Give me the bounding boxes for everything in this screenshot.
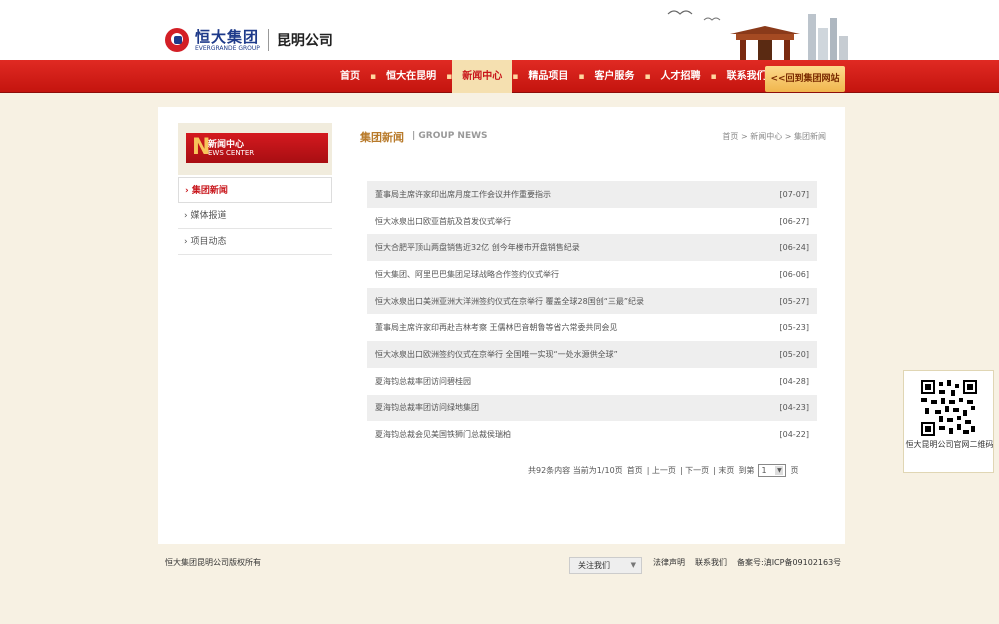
news-title[interactable]: 恒大冰泉出口欧洲签约仪式在京举行 全国唯一实现“一处水源供全球” xyxy=(375,349,618,360)
nav-item-customer-service[interactable]: 客户服务 xyxy=(584,60,644,93)
news-title[interactable]: 董事局主席许家印出席月度工作会议并作重要指示 xyxy=(375,189,551,200)
sidebar-item-media-reports[interactable]: › 媒体报道 xyxy=(178,203,332,229)
news-list: 董事局主席许家印出席月度工作会议并作重要指示 [07-07] 恒大冰泉出口欧亚首航及… xyxy=(367,181,817,448)
qr-code-panel: 恒大昆明公司官网二维码 xyxy=(903,370,994,473)
main-nav: 首页 ▪ 恒大在昆明 ▪ 新闻中心 ▪ 精品项目 ▪ 客户服务 ▪ 人才招聘 ▪… xyxy=(0,60,999,93)
footer-links: 法律声明 联系我们 备案号:滇ICP备09102163号 xyxy=(653,557,841,568)
chevron-down-icon: ▼ xyxy=(775,466,784,475)
footer-link-contact[interactable]: 联系我们 xyxy=(695,557,727,568)
pagination-summary: 共92条内容 当前为1/10页 xyxy=(528,466,623,475)
sidebar-item-project-updates[interactable]: › 项目动态 xyxy=(178,229,332,255)
news-title[interactable]: 恒大合肥平顶山两盘销售近32亿 创今年楼市开盘销售纪录 xyxy=(375,242,580,253)
pagination-first[interactable]: 首页 xyxy=(627,465,643,476)
news-title[interactable]: 夏海钧总裁率团访问绿地集团 xyxy=(375,402,479,413)
news-row[interactable]: 恒大合肥平顶山两盘销售近32亿 创今年楼市开盘销售纪录 [06-24] xyxy=(367,234,817,262)
logo-cn: 恒大集团 xyxy=(195,27,260,46)
news-date: [06-06] xyxy=(779,269,810,279)
news-date: [05-27] xyxy=(779,296,810,306)
pagination-page-unit: 页 xyxy=(790,466,799,475)
news-row[interactable]: 恒大冰泉出口欧洲签约仪式在京举行 全国唯一实现“一处水源供全球” [05-20] xyxy=(367,341,817,368)
news-date: [05-23] xyxy=(779,323,810,333)
nav-item-projects[interactable]: 精品项目 xyxy=(518,60,578,93)
qr-code-icon xyxy=(921,380,977,436)
qr-caption: 恒大昆明公司官网二维码 xyxy=(905,440,994,449)
news-row[interactable]: 董事局主席许家印出席月度工作会议并作重要指示 [07-07] xyxy=(367,181,817,208)
pagination-prev[interactable]: | 上一页 xyxy=(647,465,676,476)
page-title-en: | GROUP NEWS xyxy=(412,131,488,141)
company-name: 昆明公司 xyxy=(276,33,333,49)
pagination: 共92条内容 当前为1/10页 首页 | 上一页 | 下一页 | 末页 到第 1… xyxy=(528,464,798,477)
logo[interactable]: 恒大集团 EVERGRANDE GROUP 昆明公司 xyxy=(165,26,333,54)
page-title: 集团新闻 xyxy=(360,131,404,144)
page-select[interactable]: 1 ▼ xyxy=(758,464,787,477)
news-date: [06-24] xyxy=(779,243,810,253)
news-date: [04-23] xyxy=(779,403,810,413)
content-panel: N 新闻中心 EWS CENTER › 集团新闻 › 媒体报道 › 项目动态 集… xyxy=(158,107,845,544)
header-decoration-icon xyxy=(667,10,848,60)
footer-icp: 备案号:滇ICP备09102163号 xyxy=(737,558,842,567)
news-date: [06-27] xyxy=(779,216,810,226)
sidebar-header: N 新闻中心 EWS CENTER xyxy=(178,123,332,175)
news-title[interactable]: 董事局主席许家印再赴吉林考察 王儒林巴音朝鲁等省六常委共同会见 xyxy=(375,322,618,333)
logo-en: EVERGRANDE GROUP xyxy=(195,44,260,52)
news-date: [04-22] xyxy=(779,430,810,440)
nav-item-home[interactable]: 首页 xyxy=(330,60,370,93)
pagination-goto-label: 到第 xyxy=(738,466,755,475)
breadcrumb: 首页 > 新闻中心 > 集团新闻 xyxy=(722,132,826,141)
chevron-down-icon: ▼ xyxy=(630,561,636,569)
section-header: 集团新闻 | GROUP NEWS 首页 > 新闻中心 > 集团新闻 xyxy=(360,127,826,147)
news-row[interactable]: 恒大冰泉出口美洲亚洲大洋洲签约仪式在京举行 覆盖全球28国创“三最”纪录 [05-… xyxy=(367,287,817,315)
news-title[interactable]: 夏海钧总裁率团访问碧桂园 xyxy=(375,376,471,387)
news-date: [07-07] xyxy=(779,189,810,199)
news-title[interactable]: 恒大集团、阿里巴巴集团足球战略合作签约仪式举行 xyxy=(375,269,559,280)
follow-us-dropdown[interactable]: 关注我们 ▼ xyxy=(569,557,642,574)
footer-copyright: 恒大集团昆明公司版权所有 xyxy=(165,558,261,567)
news-date: [04-28] xyxy=(779,376,810,386)
top-header: 恒大集团 EVERGRANDE GROUP 昆明公司 xyxy=(0,0,999,60)
sidebar-header-subtitle: EWS CENTER xyxy=(208,149,255,157)
pagination-next[interactable]: | 下一页 xyxy=(680,465,709,476)
nav-item-evergrande-kunming[interactable]: 恒大在昆明 xyxy=(376,60,446,93)
pagination-last[interactable]: | 末页 xyxy=(713,465,734,476)
back-to-group-button[interactable]: <<回到集团网站 xyxy=(765,66,845,92)
news-title[interactable]: 恒大冰泉出口欧亚首航及首发仪式举行 xyxy=(375,216,511,227)
news-row[interactable]: 夏海钧总裁率团访问绿地集团 [04-23] xyxy=(367,394,817,422)
news-date: [05-20] xyxy=(779,349,810,359)
nav-item-careers[interactable]: 人才招聘 xyxy=(651,60,711,93)
nav-item-news-center[interactable]: 新闻中心 xyxy=(452,60,513,93)
news-row[interactable]: 董事局主席许家印再赴吉林考察 王儒林巴音朝鲁等省六常委共同会见 [05-23] xyxy=(367,314,817,341)
news-title[interactable]: 夏海钧总裁会见美国铁狮门总裁侯瑞柏 xyxy=(375,429,511,440)
sidebar-item-group-news[interactable]: › 集团新闻 xyxy=(178,177,332,203)
news-row[interactable]: 夏海钧总裁率团访问碧桂园 [04-28] xyxy=(367,368,817,395)
news-row[interactable]: 夏海钧总裁会见美国铁狮门总裁侯瑞柏 [04-22] xyxy=(367,421,817,448)
news-title[interactable]: 恒大冰泉出口美洲亚洲大洋洲签约仪式在京举行 覆盖全球28国创“三最”纪录 xyxy=(375,296,644,307)
footer-link-legal[interactable]: 法律声明 xyxy=(653,557,685,568)
evergrande-logo-icon xyxy=(165,28,189,52)
sidebar: N 新闻中心 EWS CENTER › 集团新闻 › 媒体报道 › 项目动态 xyxy=(178,123,332,255)
news-row[interactable]: 恒大集团、阿里巴巴集团足球战略合作签约仪式举行 [06-06] xyxy=(367,261,817,288)
news-row[interactable]: 恒大冰泉出口欧亚首航及首发仪式举行 [06-27] xyxy=(367,208,817,235)
logo-divider xyxy=(267,29,269,51)
